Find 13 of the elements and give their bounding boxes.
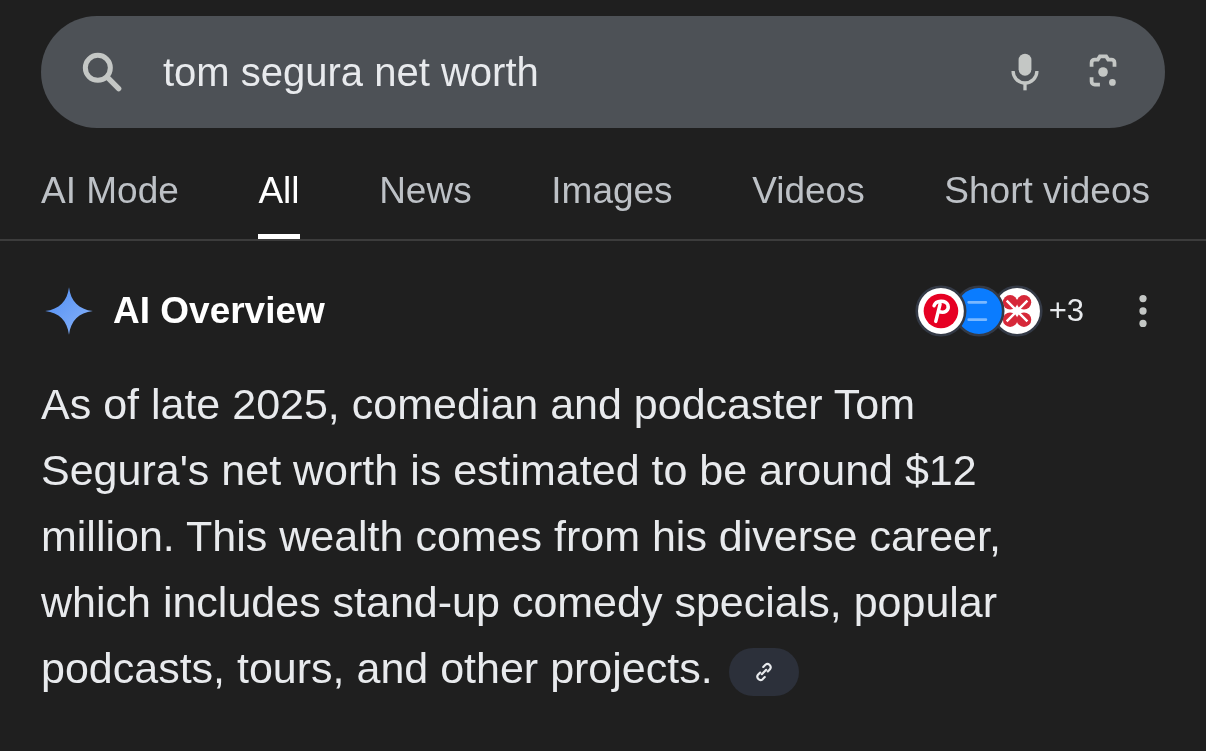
search-tab[interactable]: News bbox=[379, 150, 472, 239]
more-options-icon[interactable] bbox=[1138, 294, 1148, 328]
search-tab[interactable]: Images bbox=[551, 150, 673, 239]
search-tab[interactable]: AI Mode bbox=[41, 150, 179, 239]
source-logos-drawing[interactable] bbox=[914, 285, 1043, 337]
search-tab[interactable]: Videos bbox=[752, 150, 865, 239]
search-tab[interactable]: Short videos bbox=[944, 150, 1150, 239]
overview-title: AI Overview bbox=[113, 290, 326, 332]
overview-paragraph: As of late 2025, comedian and podcaster Tom Segura's net worth is estimated to be around $12 million. This wealth comes from his diverse career, which includes stand-up comedy specials, popular podcasts, tours, and other projects. bbox=[41, 371, 1091, 701]
search-bar[interactable]: tom segura net worth bbox=[41, 16, 1165, 128]
source-count[interactable]: +3 bbox=[1048, 293, 1084, 329]
search-field[interactable]: tom segura net worth bbox=[163, 49, 973, 95]
link-chip[interactable] bbox=[728, 647, 799, 696]
